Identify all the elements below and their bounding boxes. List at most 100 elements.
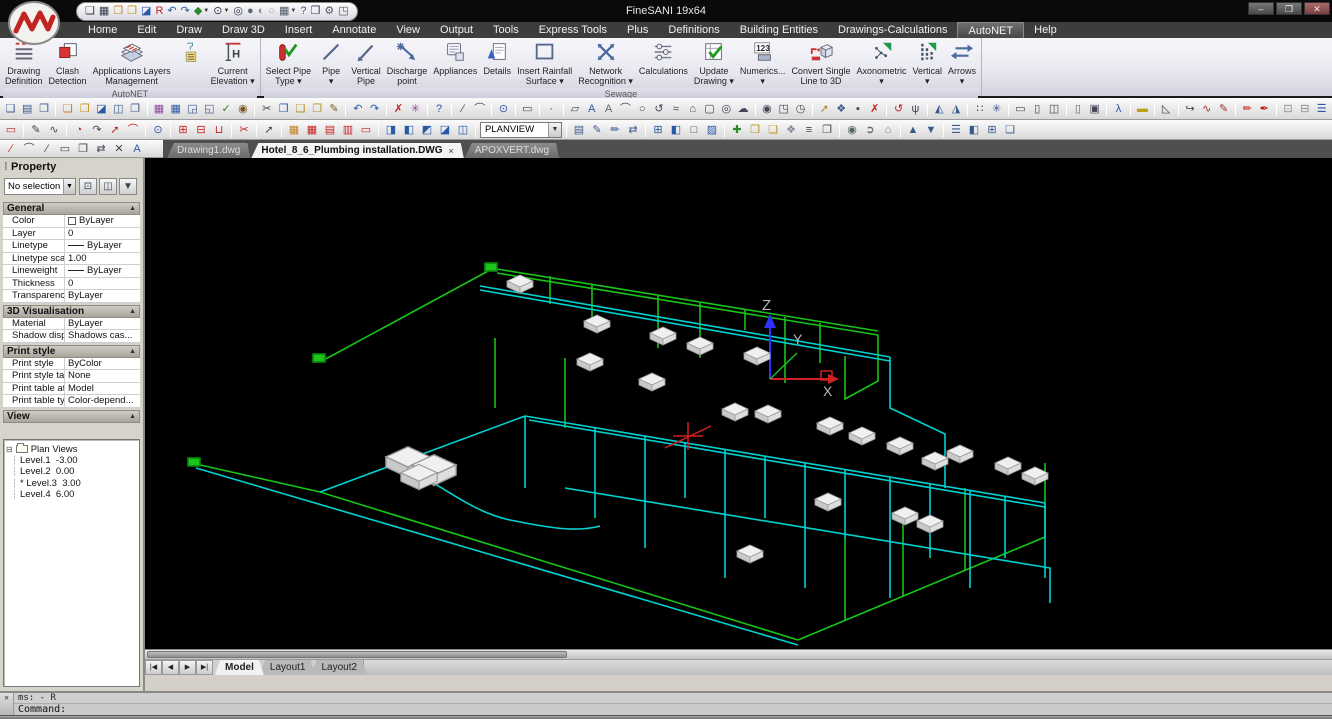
current-button[interactable]: HCurrentElevation ▾ xyxy=(208,39,258,87)
tree-item-level[interactable]: Level.4 6.00 xyxy=(6,489,137,501)
section-header-3d-visualisation[interactable]: 3D Visualisation▲ xyxy=(3,305,140,318)
find-icon[interactable]: ◉ xyxy=(236,101,251,117)
menu-tab-insert[interactable]: Insert xyxy=(275,22,323,38)
leader-icon[interactable]: ↪ xyxy=(1183,101,1198,117)
eye-go-icon[interactable]: ➲ xyxy=(862,122,878,138)
grid-a-icon[interactable]: ⊞ xyxy=(175,122,191,138)
new-icon[interactable]: ❏ xyxy=(60,101,75,117)
edit-b-icon[interactable]: ✏ xyxy=(607,122,623,138)
rotate-icon[interactable]: ↺ xyxy=(891,101,906,117)
drawing-viewport[interactable]: Z Y X xyxy=(145,158,1332,649)
region-icon[interactable]: ▢ xyxy=(702,101,717,117)
layout-nav-button[interactable]: ▶| xyxy=(196,660,213,675)
extend-icon[interactable]: ➚ xyxy=(261,122,277,138)
arc-red-icon[interactable]: ⌒ xyxy=(125,122,141,138)
render-realistic-icon[interactable]: ○ xyxy=(268,6,275,17)
view-c-icon[interactable]: ◩ xyxy=(419,122,435,138)
swap-icon[interactable]: ⇄ xyxy=(625,122,641,138)
mirror-r-icon[interactable]: ◮ xyxy=(949,101,964,117)
tile-icon[interactable]: ◫ xyxy=(111,101,126,117)
column-icon[interactable]: ▯ xyxy=(1071,101,1086,117)
node-icon[interactable]: ▪ xyxy=(851,101,866,117)
property-value[interactable]: ByLayer xyxy=(65,240,140,252)
grid-b-icon[interactable]: ⊟ xyxy=(193,122,209,138)
properties-icon[interactable]: ☰ xyxy=(1314,101,1329,117)
text-icon[interactable]: A xyxy=(601,101,616,117)
arrows-button[interactable]: Arrows▾ xyxy=(945,39,979,87)
swap-obj-icon[interactable]: ⇄ xyxy=(93,141,109,157)
menu-tab-autonet[interactable]: AutoNET xyxy=(957,22,1024,38)
arc2-icon[interactable]: ⌒ xyxy=(618,101,633,117)
sketch-icon[interactable]: ≈ xyxy=(668,101,683,117)
up-icon[interactable]: ▲ xyxy=(905,122,921,138)
convert-single-button[interactable]: Convert SingleLine to 3D xyxy=(788,39,853,87)
polar-array-icon[interactable]: ✳ xyxy=(989,101,1004,117)
view-e-icon[interactable]: ◫ xyxy=(455,122,471,138)
wedge-icon[interactable]: ◺ xyxy=(1159,101,1174,117)
match-properties-icon[interactable]: ✎ xyxy=(327,101,342,117)
settings-icon[interactable]: ⚙ xyxy=(324,6,334,17)
zoom-icon[interactable]: ⊙▼ xyxy=(213,6,229,17)
menu-tab-help[interactable]: Help xyxy=(1024,22,1067,38)
vertical-button[interactable]: Vertical▾ xyxy=(910,39,946,87)
property-value[interactable]: ByLayer xyxy=(65,290,140,302)
menu-tab-definitions[interactable]: Definitions xyxy=(658,22,729,38)
cell-a-icon[interactable]: ▦ xyxy=(286,122,302,138)
save-icon[interactable]: ◪ xyxy=(141,6,151,17)
list-icon[interactable]: ☰ xyxy=(948,122,964,138)
rect-red-icon[interactable]: ▭ xyxy=(3,122,19,138)
menu-tab-view[interactable]: View xyxy=(386,22,430,38)
collapse-icon[interactable]: ▲ xyxy=(129,413,136,420)
select-objects-button[interactable]: ◫ xyxy=(99,178,117,195)
arc-arrow-icon[interactable]: ↷ xyxy=(89,122,105,138)
polygon-icon[interactable]: ▱ xyxy=(568,101,583,117)
calculations-button[interactable]: Calculations xyxy=(636,39,691,78)
cell-d-icon[interactable]: ▥ xyxy=(340,122,356,138)
copy-obj-icon[interactable]: ❐ xyxy=(75,141,91,157)
property-value[interactable]: None xyxy=(65,370,140,382)
minimize-button[interactable]: – xyxy=(1248,2,1274,15)
print-icon[interactable]: ▦▼ xyxy=(279,6,296,17)
toggle-pickadd-button[interactable]: ▼ xyxy=(119,178,137,195)
layer-copy-icon[interactable]: ❐ xyxy=(819,122,835,138)
panel-b-icon[interactable]: ⊟ xyxy=(1297,101,1312,117)
viewport-c-icon[interactable]: □ xyxy=(686,122,702,138)
redline-icon[interactable]: ✎ xyxy=(1216,101,1231,117)
down-icon[interactable]: ▼ xyxy=(923,122,939,138)
numerics--button[interactable]: 123Numerics...▾ xyxy=(737,39,789,87)
pencil-icon[interactable]: ✎ xyxy=(28,122,44,138)
render-hidden-icon[interactable]: ● xyxy=(247,6,254,17)
render-shaded-icon[interactable]: ◐ xyxy=(258,6,265,17)
cut-icon[interactable]: ✂ xyxy=(259,101,274,117)
arc-icon[interactable]: ⌒ xyxy=(472,101,487,117)
trim-icon[interactable]: ✂ xyxy=(236,122,252,138)
home-view-icon[interactable]: ⌂ xyxy=(880,122,896,138)
xref-open-icon[interactable]: ❐ xyxy=(747,122,763,138)
menu-tab-home[interactable]: Home xyxy=(78,22,127,38)
stretch-icon[interactable]: ψ xyxy=(908,101,923,117)
copy-icon[interactable]: ❐ xyxy=(276,101,291,117)
axonometric-button[interactable]: Axonometric▾ xyxy=(853,39,909,87)
tree-item-level[interactable]: Level.1 -3.00 xyxy=(6,455,137,467)
arc-icon[interactable]: ⌒ xyxy=(21,141,37,157)
collapse-icon[interactable]: ▲ xyxy=(129,205,136,212)
menu-tab-output[interactable]: Output xyxy=(430,22,483,38)
erase-icon[interactable]: ✗ xyxy=(391,101,406,117)
property-value[interactable]: ByLayer xyxy=(65,318,140,330)
purge-icon[interactable]: ✳ xyxy=(408,101,423,117)
menu-tab-annotate[interactable]: Annotate xyxy=(322,22,386,38)
line-red-icon[interactable]: ∕ xyxy=(3,141,19,157)
new-drawing-icon[interactable]: ❏ xyxy=(85,6,95,17)
scrollbar-thumb[interactable] xyxy=(147,651,567,658)
raise-red-icon[interactable]: ➚ xyxy=(107,122,123,138)
chevron-down-icon[interactable]: ▼ xyxy=(63,179,75,194)
property-value[interactable]: ByLayer xyxy=(65,265,140,277)
close-button[interactable]: ✕ xyxy=(1304,2,1330,15)
spell-icon[interactable]: ✓ xyxy=(219,101,234,117)
xref-attach-icon[interactable]: ✚ xyxy=(729,122,745,138)
zoom-sel-icon[interactable]: ⊙ xyxy=(150,122,166,138)
markup-icon[interactable]: ✏ xyxy=(1240,101,1255,117)
circle-icon[interactable]: ⊙ xyxy=(496,101,511,117)
property-value[interactable]: 1.00 xyxy=(65,253,140,265)
collapse-icon[interactable]: ▲ xyxy=(129,308,136,315)
